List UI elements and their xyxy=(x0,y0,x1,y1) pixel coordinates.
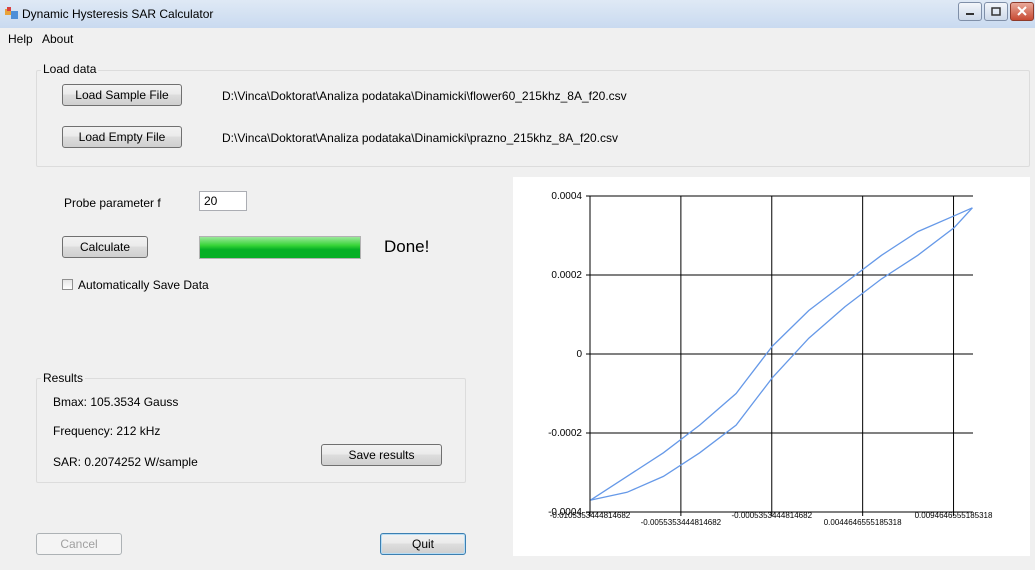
hysteresis-chart: -0.0105353444814682 -0.0055353444814682 -0… xyxy=(513,177,1030,556)
status-text: Done! xyxy=(384,237,430,256)
window-title: Dynamic Hysteresis SAR Calculator xyxy=(22,7,214,21)
load-sample-file-button[interactable]: Load Sample File xyxy=(62,84,182,106)
x-tick-label: -0.0055353444814682 xyxy=(641,518,722,527)
probe-parameter-label: Probe parameter f xyxy=(64,196,161,210)
load-data-group xyxy=(36,70,1030,167)
sar-text: SAR: 0.2074252 W/sample xyxy=(53,455,198,469)
load-data-title: Load data xyxy=(41,62,99,76)
empty-file-path: D:\Vinca\Doktorat\Analiza podataka\Dinam… xyxy=(222,131,618,145)
y-tick-label: 0.0004 xyxy=(551,191,582,202)
menu-about[interactable]: About xyxy=(42,32,73,46)
x-tick-label: 0.0044646555185318 xyxy=(824,518,902,527)
sample-file-path: D:\Vinca\Doktorat\Analiza podataka\Dinam… xyxy=(222,89,627,103)
minimize-icon xyxy=(966,13,974,15)
cancel-button[interactable]: Cancel xyxy=(36,533,122,555)
frequency-text: Frequency: 212 kHz xyxy=(53,424,161,438)
menu-bar xyxy=(0,28,1035,50)
maximize-icon xyxy=(991,7,1001,16)
maximize-button[interactable] xyxy=(984,2,1008,21)
y-tick-label: 0.0002 xyxy=(551,270,582,281)
calculate-button[interactable]: Calculate xyxy=(62,236,148,258)
progress-bar xyxy=(199,236,361,259)
menu-help[interactable]: Help xyxy=(8,32,33,46)
chart-svg: -0.0105353444814682-0.0055353444814682-0… xyxy=(548,191,993,527)
app-icon xyxy=(5,7,18,19)
close-icon xyxy=(1017,6,1027,16)
y-tick-label: -0.0002 xyxy=(548,428,582,439)
progress-fill xyxy=(200,237,360,258)
y-tick-label: 0 xyxy=(576,349,582,360)
auto-save-checkbox[interactable] xyxy=(62,279,73,290)
minimize-button[interactable] xyxy=(958,2,982,21)
y-tick-label: -0.0004 xyxy=(548,507,582,518)
load-empty-file-button[interactable]: Load Empty File xyxy=(62,126,182,148)
save-results-button[interactable]: Save results xyxy=(321,444,442,466)
auto-save-label: Automatically Save Data xyxy=(78,278,209,292)
bmax-text: Bmax: 105.3534 Gauss xyxy=(53,395,179,409)
quit-button[interactable]: Quit xyxy=(380,533,466,555)
probe-parameter-input[interactable] xyxy=(199,191,247,211)
close-button[interactable] xyxy=(1010,2,1034,21)
results-title: Results xyxy=(41,371,86,385)
